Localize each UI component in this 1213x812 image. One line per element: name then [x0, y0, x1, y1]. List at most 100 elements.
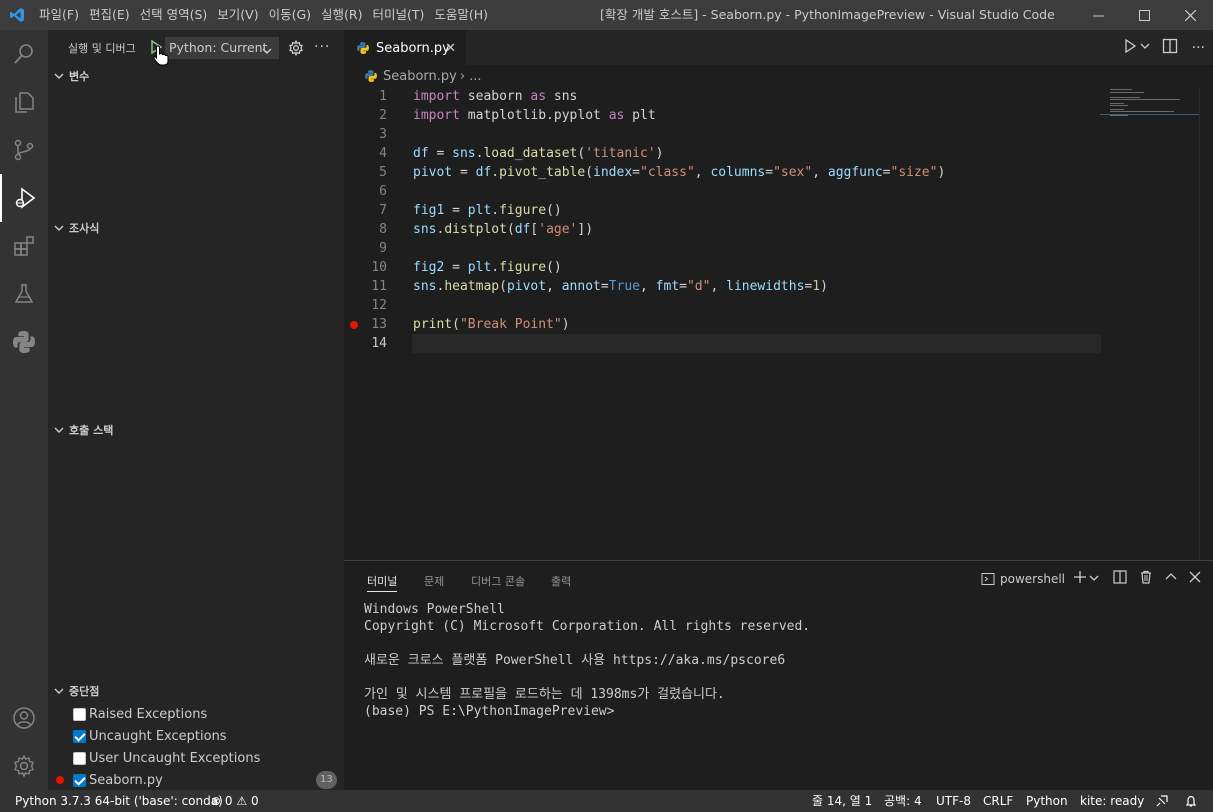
play-icon	[1124, 38, 1136, 53]
minimize-button[interactable]	[1075, 0, 1121, 30]
new-terminal-button[interactable]	[1073, 570, 1087, 588]
menu-file[interactable]: 파일(F)	[34, 0, 84, 30]
more-actions-icon[interactable]: ···	[314, 39, 330, 55]
terminal-icon	[981, 573, 995, 585]
split-terminal-button[interactable]	[1113, 570, 1127, 588]
breakpoint-item[interactable]: User Uncaught Exceptions	[48, 747, 344, 769]
feedback-button[interactable]	[1155, 790, 1169, 812]
kite-status[interactable]: kite: ready	[1080, 790, 1144, 812]
breakpoint-item[interactable]: Uncaught Exceptions	[48, 725, 344, 747]
editor-scrollbar[interactable]	[1199, 87, 1213, 560]
cursor-position-status[interactable]: 줄 14, 열 1	[812, 790, 872, 812]
sidebar-title: 실행 및 디버그	[68, 41, 136, 55]
close-window-button[interactable]	[1167, 0, 1213, 30]
language-mode-status[interactable]: Python	[1026, 790, 1068, 812]
tab-terminal[interactable]: 터미널	[367, 573, 398, 592]
activity-extensions[interactable]	[0, 222, 48, 270]
menu-selection[interactable]: 선택 영역(S)	[135, 0, 213, 30]
breakpoint-label: Seaborn.py	[89, 772, 163, 788]
encoding-status[interactable]: UTF-8	[936, 790, 971, 812]
tab-label: Seaborn.py	[376, 40, 450, 56]
code-editor[interactable]: 1 import seaborn as sns 2 import matplotli…	[344, 87, 1213, 353]
breakpoint-checkbox[interactable]	[73, 729, 86, 743]
menu-terminal[interactable]: 터미널(T)	[368, 0, 430, 30]
breakpoint-checkbox[interactable]	[73, 707, 86, 721]
extensions-icon	[14, 236, 34, 256]
split-terminal-icon	[1113, 570, 1127, 584]
split-editor-button[interactable]	[1162, 38, 1178, 58]
breakpoint-item[interactable]: Seaborn.py 13	[48, 769, 344, 791]
run-options-dropdown[interactable]	[1140, 40, 1150, 55]
breakpoints-section-title: 중단점	[69, 685, 100, 698]
activity-python[interactable]	[0, 318, 48, 366]
maximize-button[interactable]	[1121, 0, 1167, 30]
close-tab-icon[interactable]: ✕	[445, 41, 456, 56]
chevron-down-icon	[49, 70, 69, 82]
close-panel-button[interactable]	[1189, 571, 1201, 587]
panel-actions: powershell	[981, 561, 1213, 597]
breakpoint-checkbox[interactable]	[73, 751, 86, 765]
breakpoint-item[interactable]: Raised Exceptions	[48, 703, 344, 725]
terminal-launch-profile-dropdown[interactable]	[1089, 572, 1099, 587]
menu-view[interactable]: 보기(V)	[212, 0, 263, 30]
menu-run[interactable]: 실행(R)	[316, 0, 367, 30]
line-number: 3	[379, 127, 387, 142]
files-icon	[15, 92, 34, 113]
activity-run-debug[interactable]	[0, 174, 48, 222]
tab-output[interactable]: 출력	[551, 573, 571, 589]
error-icon: ⊗	[211, 794, 222, 808]
menu-go[interactable]: 이동(G)	[264, 0, 316, 30]
maximize-panel-button[interactable]	[1165, 571, 1177, 587]
code-line: 8 sns.distplot(df['age'])	[344, 220, 1213, 239]
breadcrumb-symbols[interactable]: ...	[469, 69, 481, 84]
breakpoints-section-header[interactable]: 중단점	[48, 680, 344, 702]
account-icon	[13, 707, 35, 729]
warning-icon: ⚠	[236, 794, 248, 808]
menu-edit[interactable]: 편집(E)	[84, 0, 135, 30]
kill-terminal-button[interactable]	[1139, 570, 1153, 588]
chevron-down-icon	[49, 424, 69, 436]
tab-problems[interactable]: 문제	[424, 573, 444, 589]
bell-icon	[1185, 795, 1197, 807]
current-code-line: 14	[344, 334, 1213, 353]
activity-manage[interactable]	[0, 742, 48, 790]
code-line: 12	[344, 296, 1213, 315]
watch-section-header[interactable]: 조사식	[48, 217, 344, 239]
python-interpreter-status[interactable]: Python 3.7.3 64-bit ('base': conda)	[15, 790, 223, 812]
activity-search[interactable]	[0, 30, 48, 78]
debug-config-select[interactable]: Python: Current	[165, 37, 279, 59]
menu-help[interactable]: 도움말(H)	[429, 0, 493, 30]
chevron-down-icon	[261, 42, 273, 59]
activity-accounts[interactable]	[0, 694, 48, 742]
gear-icon	[289, 39, 303, 57]
code-line: 5 pivot = df.pivot_table(index="class", c…	[344, 163, 1213, 182]
activity-explorer[interactable]	[0, 78, 48, 126]
activity-bar	[0, 30, 48, 790]
chevron-down-icon	[49, 222, 69, 234]
variables-section-header[interactable]: 변수	[48, 65, 344, 87]
line-number-badge: 13	[316, 771, 337, 789]
eol-status[interactable]: CRLF	[983, 790, 1013, 812]
plus-icon	[1074, 571, 1086, 583]
breakpoint-checkbox[interactable]	[73, 773, 86, 787]
activity-testing[interactable]	[0, 270, 48, 318]
breadcrumb-file[interactable]: Seaborn.py	[383, 69, 457, 84]
sidebar-header: 실행 및 디버그 Python: Current ···	[48, 30, 344, 66]
breakpoint-label: User Uncaught Exceptions	[89, 750, 261, 766]
run-python-file-button[interactable]	[1122, 38, 1138, 58]
notifications-button[interactable]	[1184, 790, 1198, 812]
editor-more-actions-icon[interactable]: ···	[1192, 40, 1205, 56]
error-count: 0	[224, 794, 233, 808]
callstack-section-header[interactable]: 호출 스택	[48, 419, 344, 441]
tab-debug-console[interactable]: 디버그 콘솔	[471, 573, 525, 589]
terminal-select[interactable]: powershell	[981, 572, 1065, 586]
indentation-status[interactable]: 공백: 4	[884, 790, 922, 812]
feedback-icon	[1156, 795, 1168, 807]
terminal-output[interactable]: Windows PowerShell Copyright (C) Microso…	[364, 601, 810, 720]
open-launch-json-button[interactable]	[288, 39, 304, 60]
callstack-section-title: 호출 스택	[69, 424, 114, 437]
tab-seaborn-py[interactable]: Seaborn.py ✕	[344, 30, 466, 65]
problems-status[interactable]: ⊗ 0 ⚠ 0	[211, 790, 259, 812]
minimap-slider[interactable]	[1100, 87, 1200, 115]
activity-source-control[interactable]	[0, 126, 48, 174]
